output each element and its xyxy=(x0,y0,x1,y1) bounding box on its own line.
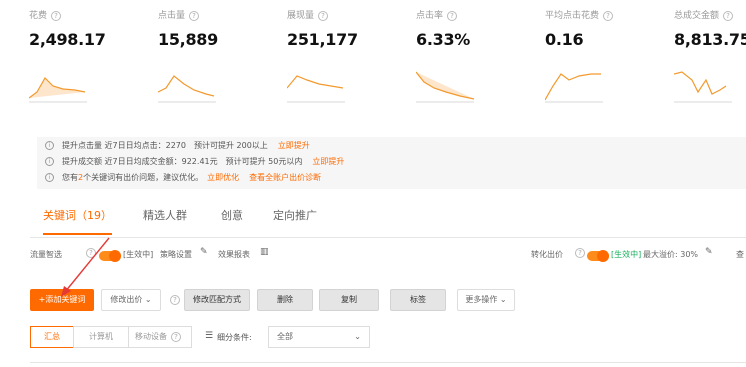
conversion-label: 转化出价 xyxy=(531,250,563,259)
strategy-settings-link[interactable]: 策略设置 xyxy=(160,249,192,260)
metric-value: 0.16 xyxy=(545,30,584,49)
metric-label: 展现量 xyxy=(287,11,315,21)
annotation-arrow xyxy=(61,237,110,297)
more-actions-dropdown[interactable]: 更多操作 ⌄ xyxy=(457,289,515,311)
traffic-status: [生效中] xyxy=(123,250,154,259)
conversion-toggle[interactable] xyxy=(587,250,609,262)
metric-label: 点击量 xyxy=(158,11,186,21)
metric-value: 2,498.17 xyxy=(29,30,106,49)
sparkline-chart xyxy=(158,75,216,103)
metric-value: 8,813.75 xyxy=(674,30,746,49)
delete-button[interactable]: 删除 xyxy=(257,289,313,311)
metric-label: 总成交金额 xyxy=(674,11,720,21)
info-icon: i xyxy=(45,173,54,182)
help-icon[interactable]: ? xyxy=(51,10,62,21)
help-icon[interactable]: ? xyxy=(189,10,200,21)
tag-button[interactable]: 标签 xyxy=(390,289,446,311)
sparkline-chart xyxy=(29,77,87,103)
metric-label: 花费 xyxy=(29,11,48,21)
effect-report-link[interactable]: 效果报表 xyxy=(218,249,250,260)
computer-tab[interactable]: 计算机 xyxy=(73,326,129,348)
metric-label: 平均点击花费 xyxy=(545,11,600,21)
tab-bar: 关键词（19） 精选人群 创意 定向推广 xyxy=(30,198,746,238)
suggestion-panel: i 提升点击量 近7日日均点击：2270 预计可提升 200以上 立即提升 i 提升成… xyxy=(37,137,746,189)
truncated-link[interactable]: 查 xyxy=(736,249,744,260)
alert-item: i 提升成交额 近7日日均成交金额：922.41元 预计可提升 50元以内 立即提升 xyxy=(45,156,344,168)
bid-diagnosis-link[interactable]: 查看全账户出价诊断 xyxy=(249,173,321,182)
chevron-down-icon: ⌄ xyxy=(142,295,152,304)
help-icon[interactable]: ? xyxy=(447,10,458,21)
edit-icon[interactable]: ✎ xyxy=(705,247,713,257)
help-icon[interactable]: ? xyxy=(170,295,180,305)
help-icon[interactable]: ? xyxy=(171,331,181,342)
help-icon[interactable]: ? xyxy=(318,10,329,21)
help-icon[interactable]: ? xyxy=(603,10,614,21)
condition-select[interactable]: 全部 ⌄ xyxy=(268,326,370,348)
chevron-down-icon: ⌄ xyxy=(497,295,507,304)
tab-audience[interactable]: 精选人群 xyxy=(143,207,187,233)
edit-icon[interactable]: ✎ xyxy=(200,247,208,257)
improve-link[interactable]: 立即提升 xyxy=(278,141,310,150)
conversion-detail: 最大溢价: 30% xyxy=(643,250,699,259)
alert-item: i 您有2个关键词有出价问题，建议优化。 立即优化 查看全账户出价诊断 xyxy=(45,172,321,184)
chevron-down-icon: ⌄ xyxy=(354,332,361,341)
help-icon[interactable]: ? xyxy=(575,248,585,258)
summary-tab[interactable]: 汇总 xyxy=(30,326,74,348)
improve-link[interactable]: 立即提升 xyxy=(312,157,344,166)
tab-creative[interactable]: 创意 xyxy=(221,207,243,233)
sparkline-chart xyxy=(287,75,345,103)
divider xyxy=(30,362,746,363)
info-icon: i xyxy=(45,141,54,150)
sparkline-chart xyxy=(674,71,732,103)
metric-value: 6.33% xyxy=(416,30,471,49)
optimize-link[interactable]: 立即优化 xyxy=(207,173,239,182)
modify-match-button[interactable]: 修改匹配方式 xyxy=(184,289,250,311)
list-icon: ☰ xyxy=(205,331,214,341)
metric-value: 251,177 xyxy=(287,30,358,49)
metric-value: 15,889 xyxy=(158,30,218,49)
alert-item: i 提升点击量 近7日日均点击：2270 预计可提升 200以上 立即提升 xyxy=(45,140,310,152)
condition-label: 细分条件: xyxy=(217,333,252,342)
sparkline-chart xyxy=(416,71,475,103)
tab-targeting[interactable]: 定向推广 xyxy=(273,207,317,233)
mobile-tab[interactable]: 移动设备? xyxy=(128,326,192,348)
smart-bidding-row: 流量智选 ? [生效中] 策略设置 ✎ 效果报表 ▥ 转化出价 ? [生效中] … xyxy=(30,245,746,265)
sparkline-chart xyxy=(545,73,603,103)
conversion-status: [生效中] xyxy=(611,250,642,259)
info-icon: i xyxy=(45,157,54,166)
tab-keywords[interactable]: 关键词（19） xyxy=(43,207,112,235)
bar-chart-icon[interactable]: ▥ xyxy=(260,247,269,257)
copy-button[interactable]: 复制 xyxy=(319,289,379,311)
metric-label: 点击率 xyxy=(416,11,444,21)
help-icon[interactable]: ? xyxy=(723,10,734,21)
